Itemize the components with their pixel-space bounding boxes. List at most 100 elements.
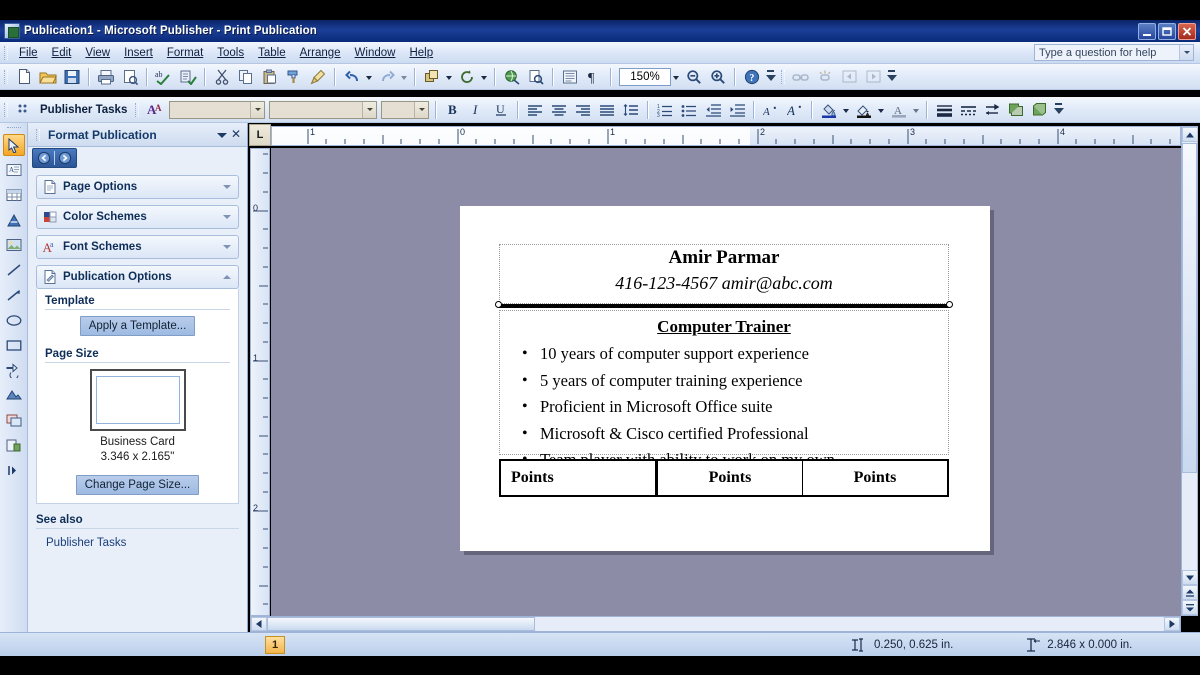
objects-toolbar-grip[interactable] bbox=[6, 127, 21, 131]
picture-frame-tool[interactable] bbox=[3, 234, 25, 256]
menu-format[interactable]: Format bbox=[160, 44, 210, 62]
next-text-box-icon[interactable] bbox=[862, 66, 884, 88]
scroll-right-button[interactable] bbox=[1164, 617, 1180, 631]
publisher-tasks-label[interactable]: Publisher Tasks bbox=[36, 104, 131, 116]
chevron-down-icon[interactable] bbox=[414, 101, 429, 118]
underline-button[interactable]: U bbox=[490, 99, 512, 121]
insert-wordart-tool[interactable] bbox=[3, 209, 25, 231]
previous-text-box-icon[interactable] bbox=[838, 66, 860, 88]
chevron-up-icon[interactable] bbox=[221, 271, 233, 283]
next-page-button[interactable] bbox=[1182, 600, 1198, 615]
font-color-button[interactable]: A bbox=[888, 99, 910, 121]
3d-style-button[interactable] bbox=[1029, 99, 1051, 121]
cut-scissors-icon[interactable] bbox=[211, 66, 233, 88]
zoom-out-icon[interactable] bbox=[683, 66, 705, 88]
align-justify-button[interactable] bbox=[596, 99, 618, 121]
font-family-select[interactable] bbox=[269, 100, 378, 119]
help-search-box[interactable]: Type a question for help bbox=[1034, 44, 1194, 61]
increase-indent-button[interactable] bbox=[726, 99, 748, 121]
table-cell[interactable]: Points bbox=[658, 461, 803, 495]
undo-icon[interactable] bbox=[341, 66, 363, 88]
dash-style-button[interactable] bbox=[957, 99, 979, 121]
section-page-options[interactable]: Page Options bbox=[36, 175, 239, 199]
insert-object-tool[interactable] bbox=[3, 434, 25, 456]
line-tool[interactable] bbox=[3, 259, 25, 281]
fill-color-button[interactable] bbox=[818, 99, 840, 121]
horizontal-scrollbar[interactable] bbox=[250, 616, 1181, 632]
bring-to-front-dropdown-arrow-icon[interactable] bbox=[444, 66, 455, 88]
rotate-dropdown-arrow-icon[interactable] bbox=[479, 66, 490, 88]
see-also-link-publisher-tasks[interactable]: Publisher Tasks bbox=[36, 529, 239, 549]
decrease-indent-button[interactable] bbox=[702, 99, 724, 121]
publisher-tasks-grip-icon[interactable] bbox=[13, 99, 35, 121]
autoshapes-tool[interactable] bbox=[3, 359, 25, 381]
chevron-down-icon[interactable] bbox=[221, 241, 233, 253]
bring-to-front-icon[interactable] bbox=[421, 66, 443, 88]
align-right-button[interactable] bbox=[572, 99, 594, 121]
change-page-size-button[interactable]: Change Page Size... bbox=[75, 475, 200, 495]
rectangle-tool[interactable] bbox=[3, 334, 25, 356]
forward-arrow-icon[interactable] bbox=[55, 150, 75, 166]
qualifications-text-box[interactable]: Computer Trainer 10 years of computer su… bbox=[499, 310, 949, 473]
selection-handle-left[interactable] bbox=[495, 301, 502, 308]
menu-grip[interactable] bbox=[4, 45, 8, 60]
insert-table-tool[interactable] bbox=[3, 184, 25, 206]
style-select[interactable] bbox=[169, 100, 266, 119]
rotate-icon[interactable] bbox=[456, 66, 478, 88]
copy-icon[interactable] bbox=[235, 66, 257, 88]
save-icon[interactable] bbox=[61, 66, 83, 88]
scroll-up-button[interactable] bbox=[1182, 127, 1198, 142]
menu-window[interactable]: Window bbox=[348, 44, 403, 62]
shadow-style-button[interactable] bbox=[1005, 99, 1027, 121]
vertical-scrollbar-thumb[interactable] bbox=[1182, 143, 1197, 473]
format-painter-icon[interactable] bbox=[283, 66, 305, 88]
insert-hyperlink-icon[interactable] bbox=[501, 66, 523, 88]
new-publication-icon[interactable] bbox=[13, 66, 35, 88]
scroll-left-button[interactable] bbox=[251, 617, 267, 631]
section-publication-options[interactable]: Publication Options bbox=[36, 265, 239, 289]
menu-edit[interactable]: Edit bbox=[45, 44, 79, 62]
chevron-down-icon[interactable] bbox=[221, 181, 233, 193]
fill-color-dropdown-arrow-icon[interactable] bbox=[841, 99, 852, 121]
horizontal-ruler[interactable]: 1 0 1 2 3 4 bbox=[271, 126, 1181, 146]
undo-dropdown-arrow-icon[interactable] bbox=[364, 66, 375, 88]
spelling-check-icon[interactable]: ab bbox=[153, 66, 175, 88]
break-link-icon[interactable] bbox=[814, 66, 836, 88]
menu-view[interactable]: View bbox=[78, 44, 117, 62]
redo-dropdown-arrow-icon[interactable] bbox=[399, 66, 410, 88]
decrease-font-size-button[interactable]: A bbox=[760, 99, 782, 121]
print-icon[interactable] bbox=[95, 66, 117, 88]
section-color-schemes[interactable]: Color Schemes bbox=[36, 205, 239, 229]
chevron-down-icon[interactable] bbox=[362, 101, 377, 118]
align-center-button[interactable] bbox=[548, 99, 570, 121]
scroll-down-button[interactable] bbox=[1182, 570, 1198, 585]
extra-toolbar-options-overflow-button[interactable] bbox=[885, 66, 898, 88]
italic-button[interactable]: I bbox=[466, 99, 488, 121]
brush-icon[interactable] bbox=[307, 66, 329, 88]
item-from-content-library-tool[interactable] bbox=[3, 409, 25, 431]
arrow-tool[interactable] bbox=[3, 284, 25, 306]
line-color-dropdown-arrow-icon[interactable] bbox=[876, 99, 887, 121]
horizontal-scrollbar-thumb[interactable] bbox=[267, 617, 535, 631]
table-cell[interactable]: Points bbox=[501, 461, 658, 495]
font-color-dropdown-arrow-icon[interactable] bbox=[911, 99, 922, 121]
align-left-button[interactable] bbox=[524, 99, 546, 121]
extra-toolbar-grip[interactable] bbox=[781, 69, 785, 84]
styles-and-formatting-icon[interactable]: AA bbox=[144, 99, 166, 121]
selection-handle-right[interactable] bbox=[946, 301, 953, 308]
numbered-list-button[interactable]: 123 bbox=[654, 99, 676, 121]
line-weight-button[interactable] bbox=[933, 99, 955, 121]
oval-tool[interactable] bbox=[3, 309, 25, 331]
task-pane-grip[interactable] bbox=[36, 128, 40, 141]
menu-insert[interactable]: Insert bbox=[117, 44, 160, 62]
chevron-down-icon[interactable] bbox=[250, 101, 265, 118]
menu-table[interactable]: Table bbox=[251, 44, 293, 62]
close-button[interactable] bbox=[1178, 22, 1196, 40]
design-gallery-tool[interactable] bbox=[3, 384, 25, 406]
chevron-down-icon[interactable] bbox=[1179, 45, 1193, 60]
back-arrow-icon[interactable] bbox=[34, 150, 54, 166]
chevron-down-icon[interactable] bbox=[221, 211, 233, 223]
line-spacing-button[interactable] bbox=[620, 99, 642, 121]
zoom-in-icon[interactable] bbox=[707, 66, 729, 88]
minimize-button[interactable] bbox=[1138, 22, 1156, 40]
